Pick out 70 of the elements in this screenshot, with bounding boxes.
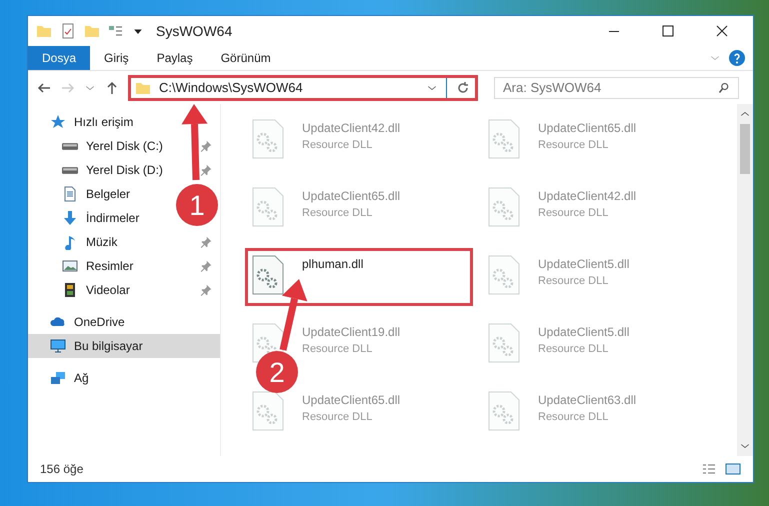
film-icon	[62, 282, 78, 298]
star-icon	[50, 114, 66, 130]
pin-icon	[200, 236, 212, 248]
item-count: 156 öğe	[40, 461, 84, 478]
folder-icon	[84, 23, 100, 39]
gear-file-icon	[252, 391, 284, 431]
computer-icon	[50, 338, 66, 354]
nav-item[interactable]: Müzik	[86, 233, 118, 251]
search-input[interactable]: Ara: SysWOW64	[503, 78, 718, 98]
step-number-badge: 2	[256, 351, 298, 393]
ribbon-tab[interactable]: Görünüm	[206, 46, 285, 70]
file-type: Resource DLL	[538, 206, 610, 221]
ribbon-tab[interactable]: Dosya	[28, 46, 90, 70]
minimize-icon	[609, 30, 619, 32]
file-item[interactable]: plhuman.dll	[245, 248, 473, 306]
step-number-badge: 1	[176, 184, 218, 226]
nav-item[interactable]: Belgeler	[86, 185, 130, 203]
document-icon	[62, 186, 78, 202]
ribbon-tab[interactable]: Paylaş	[142, 46, 207, 70]
nav-label: Bu bilgisayar	[74, 338, 143, 355]
pin-icon	[200, 284, 212, 296]
address-field[interactable]: C:\Windows\SysWOW64	[128, 74, 478, 100]
folder-icon	[36, 23, 52, 39]
pin-icon	[200, 260, 212, 272]
close-icon	[714, 23, 730, 39]
nav-item[interactable]: Yerel Disk (C:)	[86, 137, 163, 155]
refresh-icon	[455, 80, 471, 96]
drive-icon	[62, 166, 78, 174]
properties-icon	[60, 23, 76, 39]
gear-file-icon	[252, 255, 284, 295]
maximize-icon	[660, 23, 676, 39]
file-name: plhuman.dll	[302, 256, 364, 273]
file-type: Resource DLL	[538, 342, 610, 357]
file-type: Resource DLL	[302, 342, 374, 357]
nav-item[interactable]: Ağ	[74, 369, 89, 387]
nav-item[interactable]: Videolar	[86, 281, 130, 299]
file-type: Resource DLL	[538, 274, 610, 289]
file-type: Resource DLL	[538, 410, 610, 425]
help-icon[interactable]	[729, 50, 745, 66]
nav-item[interactable]: Hızlı erişim	[74, 113, 134, 131]
network-icon	[50, 370, 66, 386]
file-type: Resource DLL	[538, 138, 610, 153]
gear-file-icon	[488, 119, 520, 159]
search-icon	[718, 82, 730, 94]
download-arrow-icon	[62, 210, 78, 226]
file-type: Resource DLL	[302, 138, 374, 153]
search-field[interactable]: Ara: SysWOW64	[494, 76, 739, 98]
nav-item[interactable]: Yerel Disk (D:)	[86, 161, 163, 179]
nav-item[interactable]: Resimler	[86, 257, 134, 275]
picture-icon	[62, 258, 78, 274]
file-type: Resource DLL	[302, 410, 374, 425]
drive-icon	[62, 142, 78, 150]
gear-file-icon	[488, 391, 520, 431]
gear-file-icon	[488, 323, 520, 363]
nav-item[interactable]: İndirmeler	[86, 209, 140, 227]
ribbon-tab[interactable]: Giriş	[90, 46, 143, 70]
gear-file-icon	[252, 187, 284, 227]
gear-file-icon	[488, 187, 520, 227]
nav-item[interactable]: Bu bilgisayar	[28, 334, 220, 358]
pin-icon	[200, 140, 212, 152]
pin-icon	[200, 164, 212, 176]
scrollbar[interactable]	[737, 104, 753, 456]
address-text: C:\Windows\SysWOW64	[159, 78, 304, 97]
nav-item[interactable]: OneDrive	[74, 313, 125, 331]
window-title: SysWOW64	[156, 22, 232, 41]
gear-file-icon	[488, 255, 520, 295]
gear-file-icon	[252, 119, 284, 159]
large-icons-view-icon	[725, 461, 741, 477]
scrollbar-thumb[interactable]	[740, 124, 750, 174]
file-type: Resource DLL	[302, 206, 374, 221]
